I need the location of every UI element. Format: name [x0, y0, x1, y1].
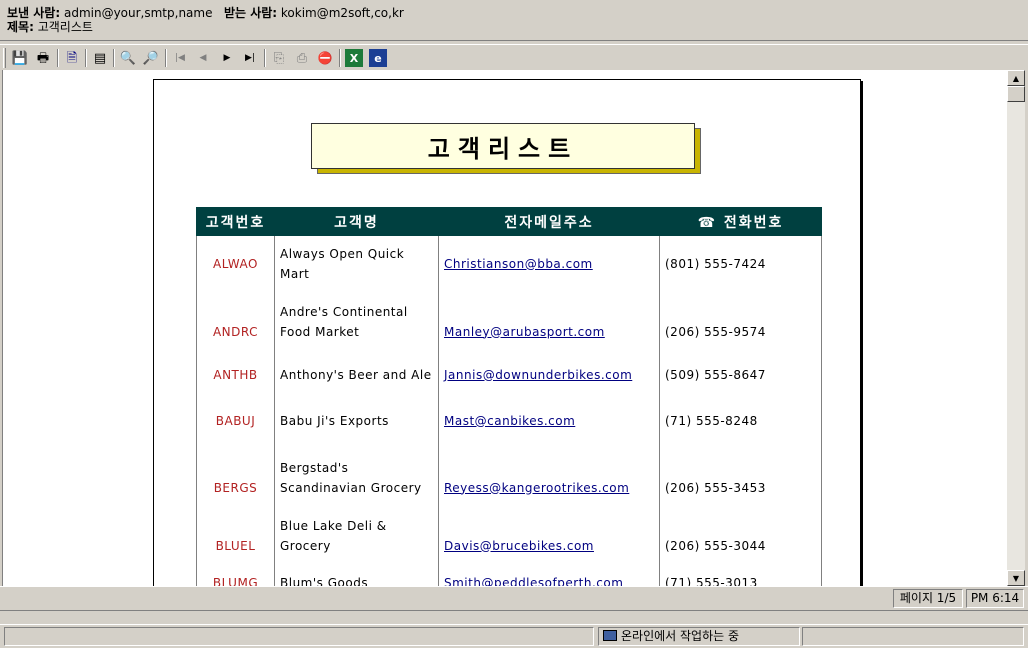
customer-name: Andre's Continental Food Market [274, 291, 439, 352]
customer-name: Bergstad's Scandinavian Grocery [274, 443, 439, 512]
stop-icon[interactable]: ⛔ [316, 49, 334, 67]
toolbar-separator [85, 49, 87, 67]
save-icon[interactable]: 💾 [11, 49, 29, 67]
html-export-icon[interactable]: e [369, 49, 387, 67]
table-header-row: 고객번호 고객명 전자메일주소 ☎ 전화번호 [196, 207, 822, 236]
report-title: 고객리스트 [311, 123, 695, 169]
phone: (801) 555-7424 [659, 235, 822, 292]
toolbar-separator [57, 49, 59, 67]
table-row: BLUMG Blum's Goods Smith@peddlesofperth.… [196, 559, 822, 587]
email-link[interactable]: Mast@canbikes.com [444, 414, 575, 428]
email-link[interactable]: Christianson@bba.com [444, 257, 593, 271]
last-page-icon[interactable]: ▶| [241, 49, 259, 67]
paste-page-icon[interactable]: ⎙ [293, 49, 311, 67]
column-header-customer-id: 고객번호 [196, 207, 275, 236]
customer-name: Anthony's Beer and Ale [274, 351, 439, 398]
to-label: 받는 사람: [223, 6, 278, 20]
customer-table: 고객번호 고객명 전자메일주소 ☎ 전화번호 ALWAO Always Open… [196, 207, 822, 586]
email-cell: Manley@arubasport.com [438, 291, 660, 352]
table-row: BABUJ Babu Ji's Exports Mast@canbikes.co… [196, 397, 822, 444]
column-header-customer-name: 고객명 [274, 207, 439, 236]
email-cell: Reyess@kangerootrikes.com [438, 443, 660, 512]
status-pane-main [4, 627, 594, 646]
page-indicator: 페이지 1/5 [893, 589, 963, 608]
table-row: ALWAO Always Open Quick Mart Christianso… [196, 235, 822, 292]
first-page-icon[interactable]: |◀ [171, 49, 189, 67]
toolbar-separator [339, 49, 341, 67]
customer-name: Always Open Quick Mart [274, 235, 439, 292]
phone: (206) 555-3453 [659, 443, 822, 512]
computer-icon [603, 630, 617, 641]
phone: (71) 555-8248 [659, 397, 822, 444]
customer-id: BLUMG [196, 559, 275, 586]
zoom-in-icon[interactable]: 🔍 [119, 49, 137, 67]
column-header-phone: ☎ 전화번호 [659, 207, 822, 236]
divider [0, 610, 1028, 624]
toolbar-separator [165, 49, 167, 67]
report-toolbar: 💾 🖶 🗎 ▤ 🔍 🔎 |◀ ◀ ▶ ▶| ⎘ ⎙ ⛔ X e [0, 44, 1028, 70]
customer-id: BLUEL [196, 511, 275, 560]
email-link[interactable]: Smith@peddlesofperth.com [444, 576, 623, 587]
phone: (509) 555-8647 [659, 351, 822, 398]
customer-id: BABUJ [196, 397, 275, 444]
app-statusbar: 온라인에서 작업하는 중 [0, 624, 1028, 648]
viewer-statusbar: 페이지 1/5 PM 6:14 [0, 586, 1028, 610]
phone: (206) 555-9574 [659, 291, 822, 352]
table-row: ANTHB Anthony's Beer and Ale Jannis@down… [196, 351, 822, 398]
vertical-scrollbar[interactable]: ▲ ▼ [1007, 70, 1025, 586]
excel-export-icon[interactable]: X [345, 49, 363, 67]
customer-id: ANDRC [196, 291, 275, 352]
customer-id: ALWAO [196, 235, 275, 292]
subject-value: 고객리스트 [37, 20, 93, 34]
report-viewer[interactable]: 고객리스트 고객번호 고객명 전자메일주소 ☎ 전화번호 ALWAO Alway… [2, 70, 1007, 586]
toolbar-separator [113, 49, 115, 67]
table-row: ANDRC Andre's Continental Food Market Ma… [196, 291, 822, 352]
customer-name: Blue Lake Deli & Grocery [274, 511, 439, 560]
table-row: BLUEL Blue Lake Deli & Grocery Davis@bru… [196, 511, 822, 560]
table-row: BERGS Bergstad's Scandinavian Grocery Re… [196, 443, 822, 512]
online-status: 온라인에서 작업하는 중 [598, 627, 800, 646]
customer-name: Blum's Goods [274, 559, 439, 586]
scroll-thumb[interactable] [1007, 86, 1025, 102]
report-page: 고객리스트 고객번호 고객명 전자메일주소 ☎ 전화번호 ALWAO Alway… [153, 79, 861, 586]
email-link[interactable]: Jannis@downunderbikes.com [444, 368, 632, 382]
customer-id: BERGS [196, 443, 275, 512]
email-link[interactable]: Manley@arubasport.com [444, 325, 605, 339]
email-link[interactable]: Reyess@kangerootrikes.com [444, 481, 629, 495]
email-cell: Davis@brucebikes.com [438, 511, 660, 560]
copy-page-icon[interactable]: ⎘ [270, 49, 288, 67]
email-cell: Smith@peddlesofperth.com [438, 559, 660, 587]
status-pane-right [802, 627, 1024, 646]
email-cell: Jannis@downunderbikes.com [438, 351, 660, 398]
subject-label: 제목: [7, 20, 34, 34]
prev-page-icon[interactable]: ◀ [194, 49, 212, 67]
toolbar-grip[interactable] [3, 48, 6, 68]
subject-line: 제목: 고객리스트 [7, 18, 93, 35]
print-icon[interactable]: 🖶 [34, 49, 52, 67]
email-cell: Christianson@bba.com [438, 235, 660, 292]
scroll-up-icon[interactable]: ▲ [1007, 70, 1025, 86]
zoom-out-icon[interactable]: 🔎 [142, 49, 160, 67]
email-link[interactable]: Davis@brucebikes.com [444, 539, 594, 553]
customer-name: Babu Ji's Exports [274, 397, 439, 444]
to-value: kokim@m2soft,co,kr [280, 6, 404, 20]
next-page-icon[interactable]: ▶ [218, 49, 236, 67]
tree-view-icon[interactable]: ▤ [91, 49, 109, 67]
scroll-down-icon[interactable]: ▼ [1007, 570, 1025, 586]
customer-id: ANTHB [196, 351, 275, 398]
time-indicator: PM 6:14 [966, 589, 1024, 608]
phone: (71) 555-3013 [659, 559, 822, 586]
online-status-text: 온라인에서 작업하는 중 [621, 629, 740, 643]
toolbar-separator [264, 49, 266, 67]
message-header: 보낸 사람: admin@your,smtp,name 받는 사람: kokim… [0, 0, 1028, 41]
phone: (206) 555-3044 [659, 511, 822, 560]
column-header-email: 전자메일주소 [438, 207, 660, 236]
email-cell: Mast@canbikes.com [438, 397, 660, 444]
export-icon[interactable]: 🗎 [63, 49, 81, 67]
